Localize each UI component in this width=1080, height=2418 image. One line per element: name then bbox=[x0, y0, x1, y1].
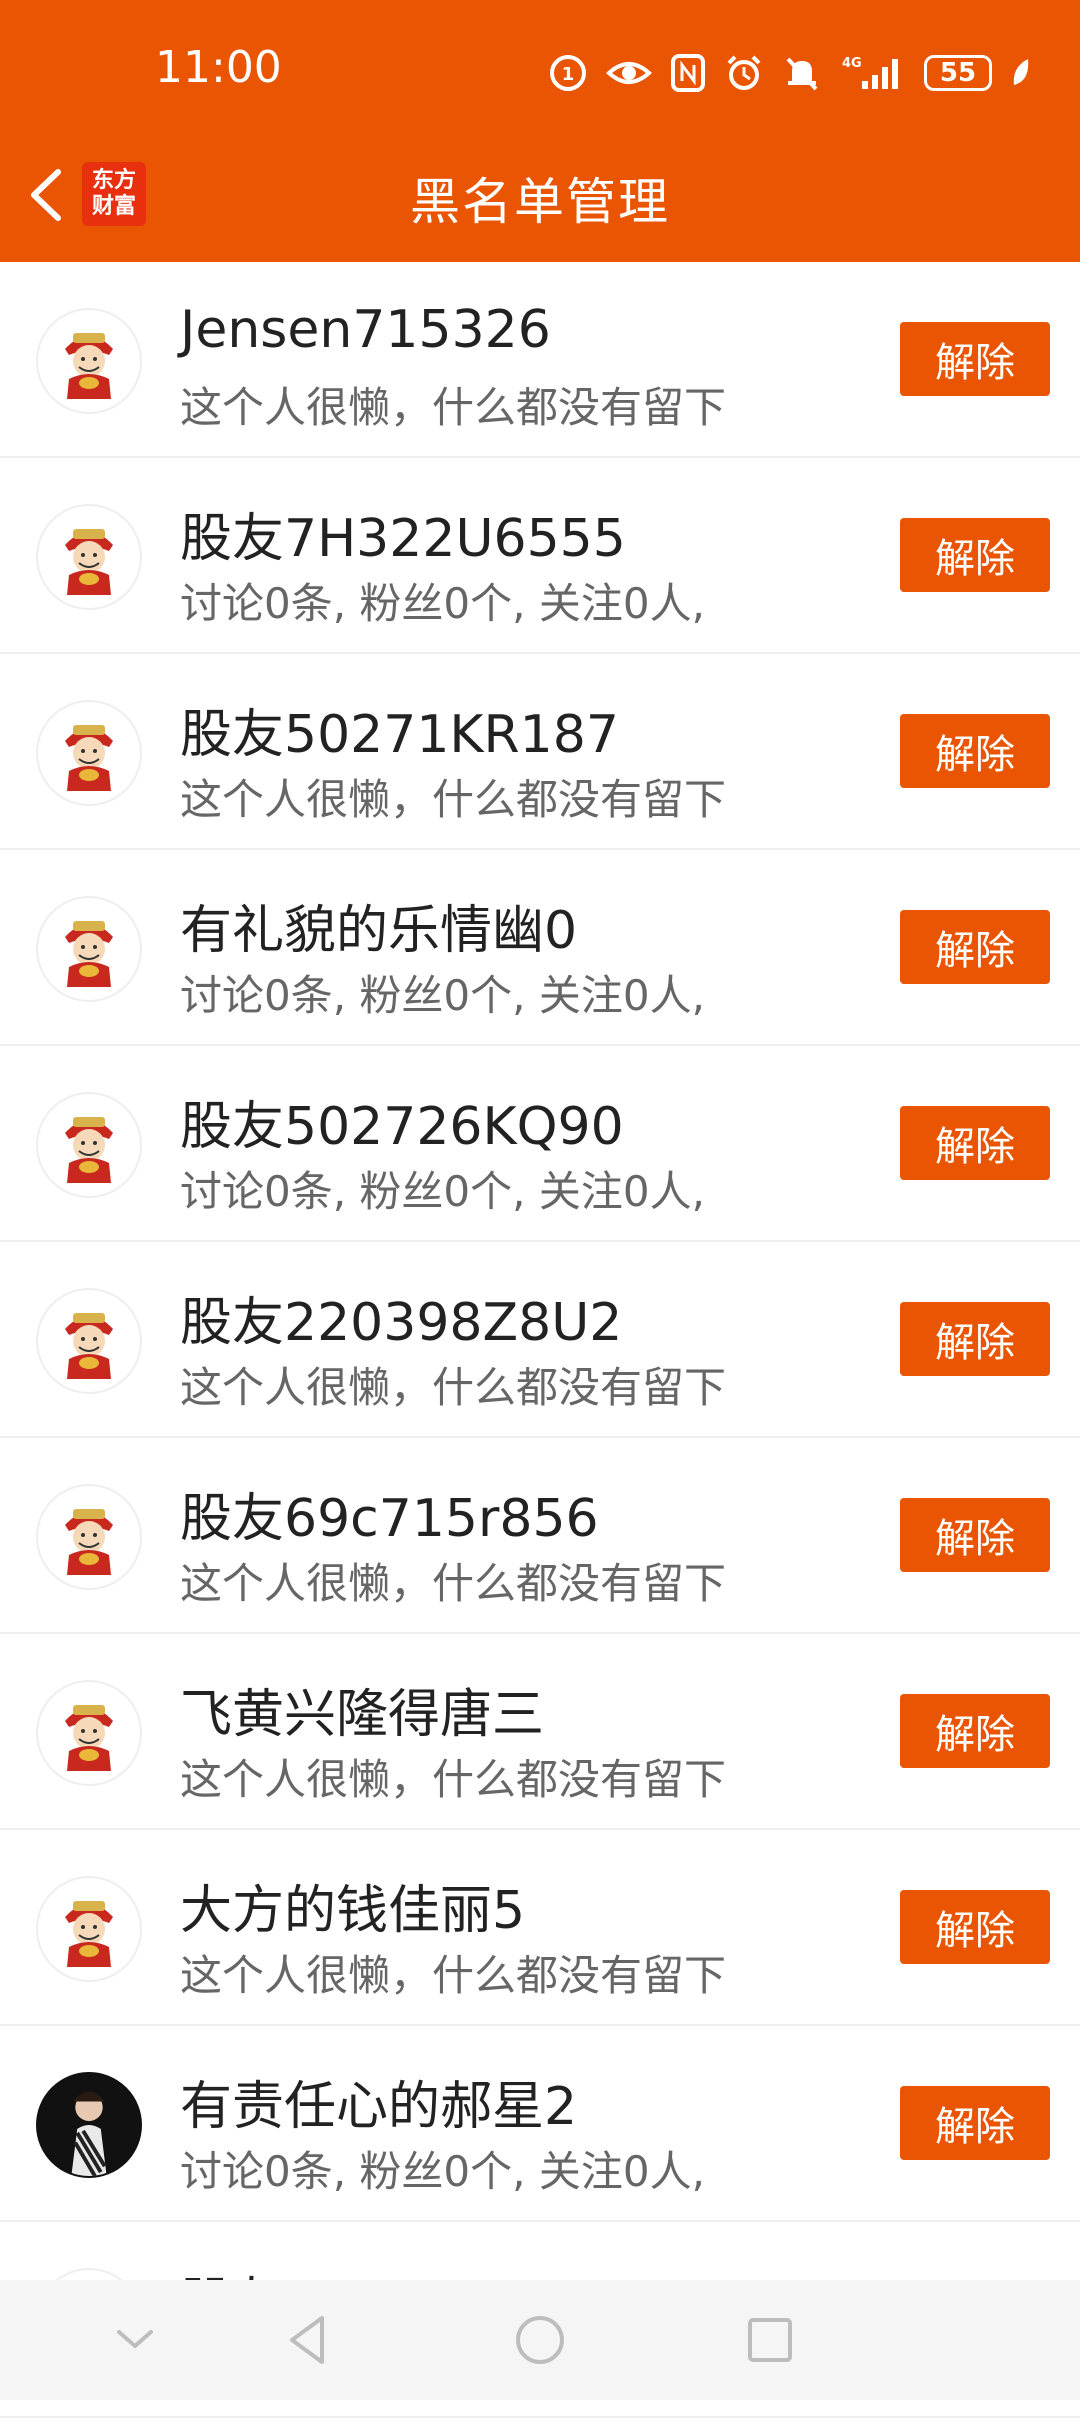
list-item[interactable]: 股友50271KR187 这个人很懒，什么都没有留下 解除 bbox=[0, 654, 1080, 850]
avatar[interactable] bbox=[36, 896, 142, 1002]
remove-from-blacklist-button[interactable]: 解除 bbox=[900, 2086, 1050, 2160]
list-item[interactable]: 有责任心的郝星2 讨论0条, 粉丝0个, 关注0人, 解除 bbox=[0, 2026, 1080, 2222]
list-item[interactable]: 股友502726KQ90 讨论0条, 粉丝0个, 关注0人, 解除 bbox=[0, 1046, 1080, 1242]
user-description: 讨论0条, 粉丝0个, 关注0人, bbox=[180, 579, 705, 628]
status-time: 11:00 bbox=[155, 42, 282, 93]
user-name[interactable]: 有责任心的郝星2 bbox=[180, 2064, 577, 2139]
user-name[interactable]: 股友502726KQ90 bbox=[180, 1084, 624, 1159]
user-name[interactable]: 飞黄兴隆得唐三 bbox=[180, 1672, 544, 1747]
remove-from-blacklist-button[interactable]: 解除 bbox=[900, 910, 1050, 984]
user-description: 这个人很懒，什么都没有留下 bbox=[180, 383, 727, 432]
nav-back-button[interactable] bbox=[278, 2310, 338, 2370]
list-item[interactable]: 股友7H322U6555 讨论0条, 粉丝0个, 关注0人, 解除 bbox=[0, 458, 1080, 654]
avatar[interactable] bbox=[36, 1680, 142, 1786]
system-nav-bar bbox=[0, 2280, 1080, 2400]
list-item[interactable]: 股友220398Z8U2 这个人很懒，什么都没有留下 解除 bbox=[0, 1242, 1080, 1438]
status-icons: 1 4G 55 bbox=[548, 48, 1032, 98]
app-bar: 11:00 1 4G 55 东方 财富 黑名单管理 bbox=[0, 0, 1080, 262]
list-item[interactable]: 飞黄兴隆得唐三这个人很懒，什么都没有留下 解除 bbox=[0, 1634, 1080, 1830]
list-item[interactable]: 大方的钱佳丽5 这个人很懒，什么都没有留下 解除 bbox=[0, 1830, 1080, 2026]
page-title: 黑名单管理 bbox=[410, 173, 670, 231]
nfc-icon bbox=[671, 54, 705, 92]
user-description: 这个人很懒，什么都没有留下 bbox=[180, 1559, 727, 1608]
blacklist: Jensen715326 这个人很懒，什么都没有留下 解除 股友7H322U6555 讨… bbox=[0, 262, 1080, 2418]
avatar[interactable] bbox=[36, 308, 142, 414]
avatar[interactable] bbox=[36, 700, 142, 806]
alarm-icon bbox=[727, 55, 761, 90]
battery-indicator: 55 bbox=[924, 55, 992, 91]
square-recents-icon bbox=[748, 2318, 792, 2362]
user-name[interactable]: 有礼貌的乐情幽0 bbox=[180, 888, 577, 963]
user-description: 讨论0条, 粉丝0个, 关注0人, bbox=[180, 1167, 705, 1216]
remove-from-blacklist-button[interactable]: 解除 bbox=[900, 1498, 1050, 1572]
remove-from-blacklist-button[interactable]: 解除 bbox=[900, 518, 1050, 592]
remove-from-blacklist-button[interactable]: 解除 bbox=[900, 1694, 1050, 1768]
list-item[interactable]: Jensen715326 这个人很懒，什么都没有留下 解除 bbox=[0, 262, 1080, 458]
avatar[interactable] bbox=[36, 1876, 142, 1982]
user-name[interactable]: 股友69c715r856 bbox=[180, 1476, 599, 1551]
user-name[interactable]: Jensen715326 bbox=[180, 300, 551, 360]
svg-text:1: 1 bbox=[562, 64, 575, 85]
user-description: 这个人很懒，什么都没有留下 bbox=[180, 1363, 727, 1412]
user-description: 讨论0条, 粉丝0个, 关注0人, bbox=[180, 971, 705, 1020]
user-name[interactable]: 股友7H322U6555 bbox=[180, 496, 626, 571]
avatar[interactable] bbox=[36, 2072, 142, 2178]
hd-call-icon: 1 bbox=[550, 55, 586, 91]
remove-from-blacklist-button[interactable]: 解除 bbox=[900, 1106, 1050, 1180]
avatar[interactable] bbox=[36, 1288, 142, 1394]
triangle-back-icon bbox=[290, 2316, 324, 2364]
user-name[interactable]: 大方的钱佳丽5 bbox=[180, 1868, 525, 1943]
network-type-label: 4G bbox=[842, 56, 862, 71]
avatar[interactable] bbox=[36, 1484, 142, 1590]
user-description: 讨论0条, 粉丝0个, 关注0人, bbox=[180, 2147, 705, 2196]
user-name[interactable]: 股友50271KR187 bbox=[180, 692, 619, 767]
eye-icon bbox=[606, 62, 652, 84]
remove-from-blacklist-button[interactable]: 解除 bbox=[900, 1890, 1050, 1964]
mute-icon bbox=[786, 57, 818, 91]
user-name[interactable]: 股友220398Z8U2 bbox=[180, 1280, 622, 1355]
remove-from-blacklist-button[interactable]: 解除 bbox=[900, 322, 1050, 396]
user-description: 这个人很懒，什么都没有留下 bbox=[180, 775, 727, 824]
leaf-icon bbox=[1013, 59, 1029, 85]
nav-hide-button[interactable] bbox=[105, 2310, 165, 2370]
chevron-down-icon bbox=[117, 2330, 153, 2349]
remove-from-blacklist-button[interactable]: 解除 bbox=[900, 1302, 1050, 1376]
avatar[interactable] bbox=[36, 1092, 142, 1198]
list-item[interactable]: 股友69c715r856 这个人很懒，什么都没有留下 解除 bbox=[0, 1438, 1080, 1634]
nav-home-button[interactable] bbox=[510, 2310, 570, 2370]
user-description: 这个人很懒，什么都没有留下 bbox=[180, 1951, 727, 2000]
nav-recents-button[interactable] bbox=[740, 2310, 800, 2370]
circle-home-icon bbox=[516, 2316, 564, 2364]
signal-icon: 4G bbox=[842, 56, 898, 89]
remove-from-blacklist-button[interactable]: 解除 bbox=[900, 714, 1050, 788]
user-description: 这个人很懒，什么都没有留下 bbox=[180, 1755, 727, 1804]
list-item[interactable]: 有礼貌的乐情幽0 讨论0条, 粉丝0个, 关注0人, 解除 bbox=[0, 850, 1080, 1046]
avatar[interactable] bbox=[36, 504, 142, 610]
